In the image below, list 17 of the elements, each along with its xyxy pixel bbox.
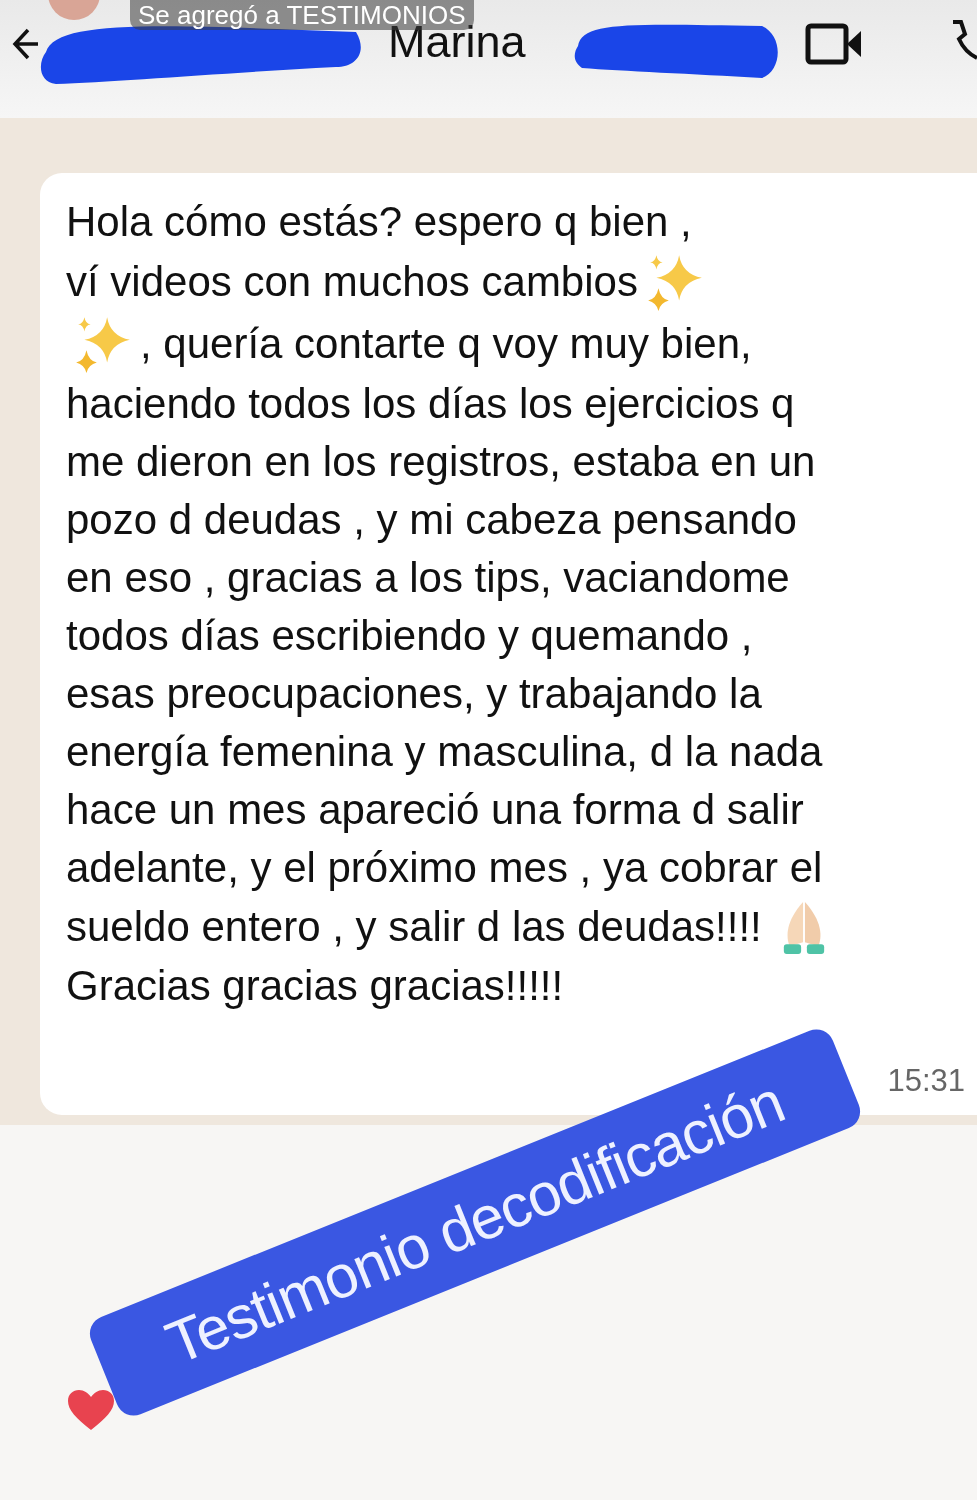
message-text: Hola cómo estás? espero q bien , — [66, 197, 692, 247]
message-text: Gracias gracias gracias!!!!! — [66, 961, 564, 1011]
message-text: todos días escribiendo y quemando , — [66, 611, 753, 661]
message-text: ví videos con muchos cambios — [66, 257, 638, 307]
message-text: adelante, y el próximo mes , ya cobrar el — [66, 843, 823, 893]
message-text: hace un mes apareció una forma d salir — [66, 785, 804, 835]
message-text: , quería contarte q voy muy bien, — [140, 319, 752, 369]
video-call-icon[interactable] — [805, 23, 863, 65]
message-text: energía femenina y masculina, d la nada — [66, 727, 823, 777]
heart-icon — [66, 1388, 116, 1432]
message-text: en eso , gracias a los tips, vaciandome — [66, 553, 790, 603]
message-text: me dieron en los registros, estaba en un — [66, 437, 816, 487]
message-text: esas preocupaciones, y trabajando la — [66, 669, 762, 719]
message-text: sueldo entero , y salir d las deudas!!!! — [66, 902, 762, 952]
message-time: 15:31 — [887, 1063, 965, 1099]
message-text: haciendo todos los días los ejercicios q — [66, 379, 795, 429]
message-text: pozo d deudas , y mi cabeza pensando — [66, 495, 797, 545]
